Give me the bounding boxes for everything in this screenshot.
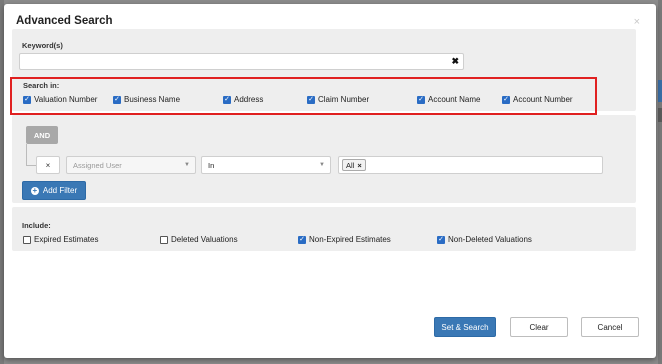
- filter-tree-line: [26, 144, 27, 165]
- include-panel: [12, 207, 636, 251]
- cancel-button[interactable]: Cancel: [581, 317, 639, 337]
- close-icon[interactable]: ×: [634, 16, 640, 28]
- checkbox-checked-icon: ✓: [437, 235, 445, 244]
- set-and-search-button[interactable]: Set & Search: [434, 317, 496, 337]
- token-remove-icon[interactable]: ×: [357, 161, 361, 170]
- checkbox-label: Deleted Valuations: [171, 235, 238, 244]
- include-expired-estimates[interactable]: Expired Estimates: [23, 235, 98, 244]
- remove-filter-button[interactable]: ×: [36, 156, 60, 174]
- logic-operator-button[interactable]: AND: [26, 126, 58, 144]
- background-tab-dark: [658, 108, 662, 122]
- clear-keyword-icon[interactable]: ✖: [451, 56, 459, 67]
- chevron-down-icon: ▼: [184, 162, 190, 168]
- checkbox-checked-icon: ✓: [298, 235, 306, 244]
- include-non-deleted-valuations[interactable]: ✓ Non-Deleted Valuations: [437, 235, 532, 244]
- filter-field-select[interactable]: Assigned User ▼: [66, 156, 196, 174]
- keyword-label: Keyword(s): [22, 41, 63, 50]
- filter-value-input[interactable]: All ×: [338, 156, 603, 174]
- clear-button[interactable]: Clear: [510, 317, 568, 337]
- filter-field-placeholder: Assigned User: [73, 160, 122, 170]
- chevron-down-icon: ▼: [319, 162, 325, 168]
- add-filter-label: Add Filter: [42, 186, 78, 195]
- search-in-highlight: [10, 77, 597, 115]
- filter-tree-connector: [26, 165, 36, 166]
- include-label: Include:: [22, 221, 51, 230]
- background-tab-blue: [658, 80, 662, 102]
- checkbox-unchecked-icon: [160, 235, 168, 244]
- filter-operator-select[interactable]: In ▼: [201, 156, 331, 174]
- checkbox-label: Non-Expired Estimates: [309, 235, 391, 244]
- include-non-expired-estimates[interactable]: ✓ Non-Expired Estimates: [298, 235, 391, 244]
- checkbox-unchecked-icon: [23, 235, 31, 244]
- page-backdrop-right: [658, 0, 662, 364]
- checkbox-label: Non-Deleted Valuations: [448, 235, 532, 244]
- dialog-title: Advanced Search: [16, 15, 113, 27]
- checkbox-label: Expired Estimates: [34, 235, 99, 244]
- token-label: All: [346, 160, 355, 170]
- filter-value-token: All ×: [342, 159, 366, 171]
- keyword-input[interactable]: ✖: [19, 53, 464, 70]
- close-icon: ×: [45, 160, 51, 170]
- filter-operator-value: In: [208, 160, 215, 170]
- add-filter-button[interactable]: + Add Filter: [22, 181, 86, 200]
- plus-circle-icon: +: [30, 185, 39, 195]
- include-deleted-valuations[interactable]: Deleted Valuations: [160, 235, 238, 244]
